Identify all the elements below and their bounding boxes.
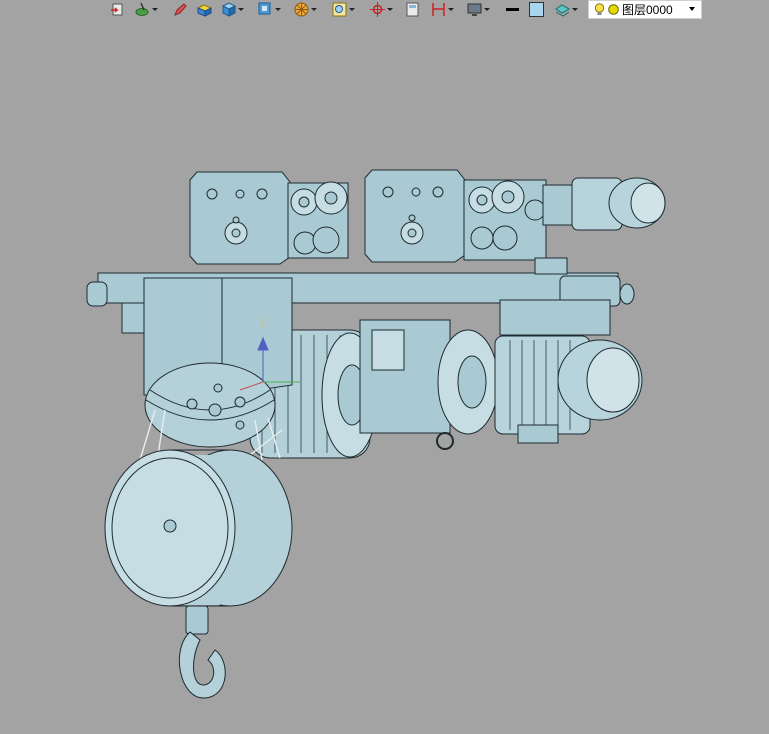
- zoom-window-button[interactable]: [332, 1, 355, 18]
- box-yellow-icon: [197, 4, 212, 17]
- ucs-origin-button[interactable]: [370, 1, 393, 18]
- trolley-wheel-block-right: [364, 169, 466, 263]
- monitor-button[interactable]: [467, 1, 490, 18]
- hoist-motor: [494, 335, 643, 444]
- lineweight-icon: [506, 8, 519, 11]
- crane-hook: [178, 605, 226, 699]
- lineweight-button[interactable]: [505, 1, 520, 18]
- hoist-gearbox: [359, 319, 499, 450]
- gear-cluster-right: [463, 179, 547, 261]
- color-swatch-button[interactable]: [529, 1, 544, 18]
- view-cube-icon: [258, 2, 271, 15]
- cube-blue-icon: [221, 2, 236, 17]
- box-yellow-button[interactable]: [197, 1, 212, 18]
- calculator-button[interactable]: [405, 1, 420, 18]
- travel-motor: [542, 177, 666, 231]
- layer-dropdown[interactable]: 图层0000: [588, 0, 702, 19]
- hoist-model: [86, 169, 666, 699]
- globe-pen-button[interactable]: [135, 1, 158, 18]
- chevron-down-icon[interactable]: [689, 7, 695, 11]
- 3d-viewport[interactable]: [0, 20, 769, 729]
- insert-block-button[interactable]: [110, 1, 125, 18]
- monitor-icon: [467, 3, 482, 16]
- layer-name: 图层0000: [622, 2, 673, 17]
- dimension-button[interactable]: [431, 1, 454, 18]
- sun-icon: [608, 4, 619, 15]
- lightbulb-icon: [594, 3, 605, 15]
- render-wheel-icon: [294, 2, 309, 17]
- globe-pen-icon: [135, 2, 149, 16]
- hook-block: [104, 449, 293, 607]
- zoom-window-icon: [332, 2, 347, 17]
- trolley-wheel-block-left: [189, 171, 291, 265]
- upper-sheave: [144, 362, 276, 448]
- color-swatch-icon: [529, 2, 544, 17]
- pencil-button[interactable]: [173, 1, 188, 18]
- insert-block-icon: [111, 3, 123, 16]
- pencil-icon: [174, 3, 187, 16]
- layer-stack-icon: [555, 4, 570, 17]
- layer-stack-button[interactable]: [555, 1, 578, 18]
- dimension-icon: [432, 3, 445, 16]
- calculator-icon: [406, 2, 419, 17]
- ucs-origin-icon: [370, 2, 385, 17]
- cube-blue-button[interactable]: [221, 1, 244, 18]
- toolbar: 图层0000: [0, 0, 769, 20]
- render-wheel-button[interactable]: [294, 1, 317, 18]
- gear-cluster-left: [287, 181, 349, 259]
- view-cube-button[interactable]: [258, 1, 281, 18]
